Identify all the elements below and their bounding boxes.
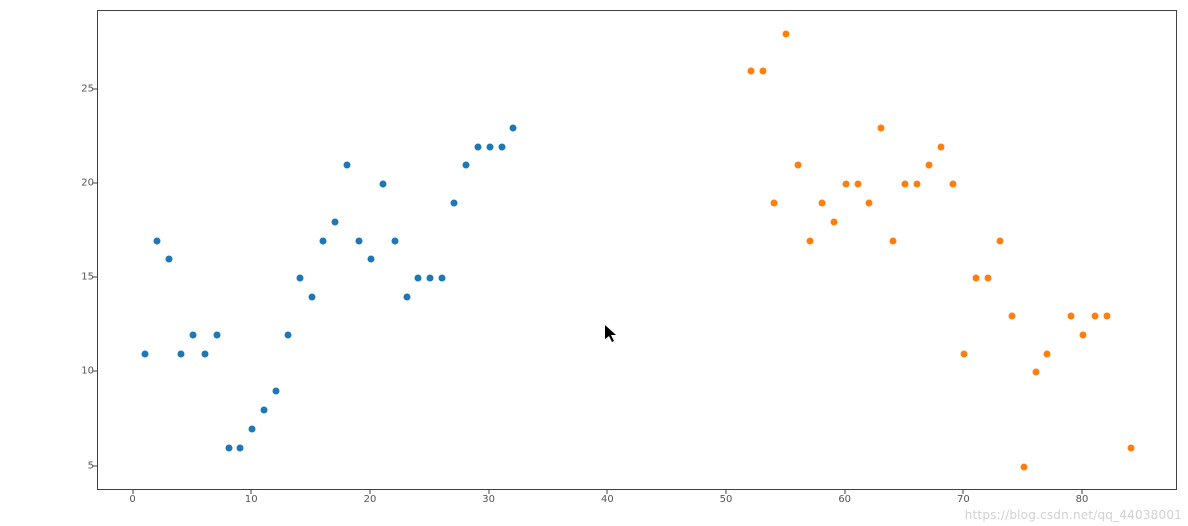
data-point <box>189 331 196 338</box>
xtick-label: 20 <box>364 494 377 505</box>
data-point <box>451 200 458 207</box>
data-point <box>1020 463 1027 470</box>
xtick-label: 70 <box>957 494 970 505</box>
ytick-label: 10 <box>80 366 94 377</box>
data-point <box>783 30 790 37</box>
data-point <box>902 181 909 188</box>
data-point <box>273 388 280 395</box>
figure: 0 10 20 30 40 50 60 70 80 5 10 15 20 25 https://blog.… <box>0 0 1188 526</box>
data-point <box>356 237 363 244</box>
data-point <box>391 237 398 244</box>
data-point <box>320 237 327 244</box>
ytick-label: 15 <box>80 272 94 283</box>
xtick-label: 30 <box>482 494 495 505</box>
data-point <box>1032 369 1039 376</box>
xtick-label: 60 <box>838 494 851 505</box>
data-point <box>1080 331 1087 338</box>
data-point <box>771 200 778 207</box>
data-point <box>890 237 897 244</box>
data-point <box>249 425 256 432</box>
data-point <box>854 181 861 188</box>
data-point <box>332 218 339 225</box>
data-point <box>1091 312 1098 319</box>
data-point <box>486 143 493 150</box>
xtick-label: 40 <box>601 494 614 505</box>
ytick-label: 20 <box>80 178 94 189</box>
data-point <box>747 68 754 75</box>
data-point <box>1068 312 1075 319</box>
xtick-label: 0 <box>129 494 135 505</box>
data-point <box>154 237 161 244</box>
data-point <box>261 407 268 414</box>
data-point <box>427 275 434 282</box>
data-point <box>807 237 814 244</box>
data-point <box>985 275 992 282</box>
data-point <box>996 237 1003 244</box>
data-point <box>178 350 185 357</box>
ytick-label: 5 <box>80 460 94 471</box>
data-point <box>510 124 517 131</box>
xtick-label: 10 <box>245 494 258 505</box>
data-point <box>237 444 244 451</box>
data-point <box>961 350 968 357</box>
watermark-text: https://blog.csdn.net/qq_44038001 <box>965 508 1182 522</box>
data-point <box>201 350 208 357</box>
data-point <box>1044 350 1051 357</box>
data-point <box>308 294 315 301</box>
data-point <box>759 68 766 75</box>
data-point <box>973 275 980 282</box>
plot-area[interactable] <box>97 10 1177 490</box>
data-point <box>878 124 885 131</box>
ytick-label: 25 <box>80 84 94 95</box>
data-point <box>213 331 220 338</box>
data-point <box>913 181 920 188</box>
data-point <box>474 143 481 150</box>
data-point <box>842 181 849 188</box>
data-point <box>937 143 944 150</box>
data-point <box>949 181 956 188</box>
data-point <box>1127 444 1134 451</box>
data-point <box>439 275 446 282</box>
data-point <box>925 162 932 169</box>
data-point <box>344 162 351 169</box>
data-point <box>225 444 232 451</box>
data-point <box>379 181 386 188</box>
data-point <box>284 331 291 338</box>
data-point <box>1103 312 1110 319</box>
data-point <box>403 294 410 301</box>
data-point <box>795 162 802 169</box>
data-point <box>367 256 374 263</box>
xtick-label: 80 <box>1076 494 1089 505</box>
data-point <box>498 143 505 150</box>
data-point <box>142 350 149 357</box>
data-point <box>866 200 873 207</box>
data-point <box>166 256 173 263</box>
data-point <box>296 275 303 282</box>
data-point <box>462 162 469 169</box>
cursor-icon <box>605 325 619 343</box>
xtick-label: 50 <box>720 494 733 505</box>
data-point <box>830 218 837 225</box>
data-point <box>818 200 825 207</box>
data-point <box>415 275 422 282</box>
data-point <box>1008 312 1015 319</box>
